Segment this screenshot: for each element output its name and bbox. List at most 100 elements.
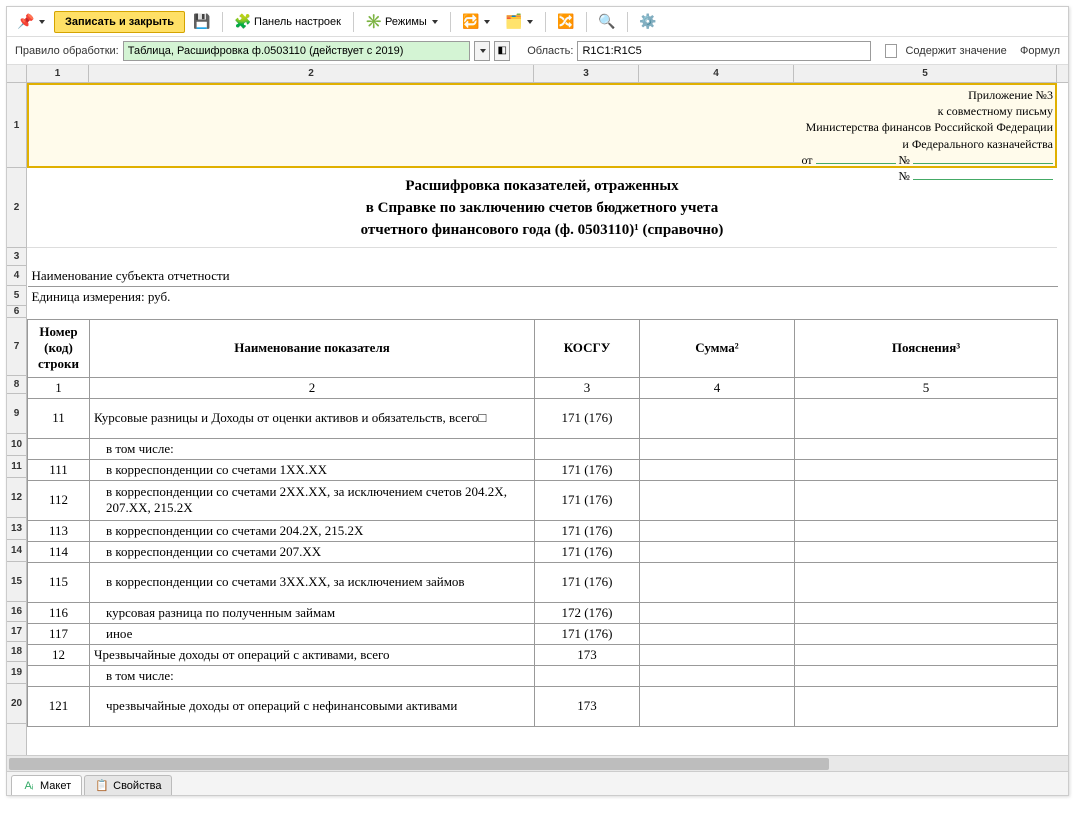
panel-button[interactable]: 🧩 Панель настроек bbox=[228, 11, 348, 33]
table-row[interactable]: 11Курсовые разницы и Доходы от оценки ак… bbox=[28, 398, 1058, 438]
row-header[interactable]: 18 bbox=[7, 642, 26, 662]
cell-code: 115 bbox=[28, 562, 90, 602]
cell-name: в том числе: bbox=[90, 665, 535, 686]
row-header[interactable]: 2 bbox=[7, 168, 26, 248]
column-header[interactable]: 1 bbox=[27, 65, 89, 82]
column-header[interactable]: 2 bbox=[89, 65, 534, 82]
row-header[interactable]: 14 bbox=[7, 540, 26, 562]
selected-range[interactable]: Приложение №3 к совместному письму Минис… bbox=[27, 83, 1057, 168]
tab-properties-label: Свойства bbox=[113, 780, 161, 792]
cell-code: 12 bbox=[28, 644, 90, 665]
row-header[interactable]: 20 bbox=[7, 684, 26, 724]
row-header[interactable]: 15 bbox=[7, 562, 26, 602]
row-header[interactable]: 4 bbox=[7, 266, 26, 286]
tool-button-5[interactable]: ⚙️ bbox=[633, 11, 663, 33]
save-button[interactable]: 💾 bbox=[187, 11, 217, 33]
save-close-button[interactable]: Записать и закрыть bbox=[54, 11, 185, 33]
column-header[interactable]: 4 bbox=[639, 65, 794, 82]
grid-body[interactable]: Приложение №3 к совместному письму Минис… bbox=[27, 83, 1068, 755]
cell-sum bbox=[640, 438, 795, 459]
grid-icon: 🗂️ bbox=[506, 14, 522, 30]
tool-button-4[interactable]: 🔍 bbox=[592, 11, 622, 33]
subject-label: Наименование субъекта отчетности bbox=[28, 266, 535, 287]
modes-icon: ✳️ bbox=[366, 14, 382, 30]
area-input[interactable] bbox=[577, 41, 871, 61]
column-header[interactable]: 3 bbox=[534, 65, 639, 82]
cell-name: Чрезвычайные доходы от операций с актива… bbox=[90, 644, 535, 665]
tab-layout[interactable]: Aᵢ Макет bbox=[11, 775, 82, 795]
numcol-5: 5 bbox=[795, 377, 1058, 398]
chevron-down-icon bbox=[480, 49, 486, 53]
table-row[interactable]: 121чрезвычайные доходы от операций с неф… bbox=[28, 686, 1058, 726]
title-line-3: отчетного финансового года (ф. 0503110)¹… bbox=[27, 220, 1057, 242]
row-header[interactable]: 17 bbox=[7, 622, 26, 642]
row-header[interactable]: 7 bbox=[7, 318, 26, 376]
table-row[interactable]: 117иное171 (176) bbox=[28, 623, 1058, 644]
row-header[interactable]: 9 bbox=[7, 394, 26, 434]
row-header[interactable]: 13 bbox=[7, 518, 26, 540]
rule-bar: Правило обработки: ◧ Область: Содержит з… bbox=[7, 37, 1068, 65]
row-header[interactable]: 19 bbox=[7, 662, 26, 684]
column-header[interactable]: 5 bbox=[794, 65, 1057, 82]
row-header[interactable]: 5 bbox=[7, 286, 26, 306]
toolbar-separator bbox=[586, 12, 587, 32]
toolbar-separator bbox=[627, 12, 628, 32]
unit-label: Единица измерения: руб. bbox=[28, 287, 535, 308]
cell-sum bbox=[640, 459, 795, 480]
cell-sum bbox=[640, 665, 795, 686]
panel-icon: 🧩 bbox=[235, 14, 251, 30]
cell-kosgu: 173 bbox=[535, 686, 640, 726]
cell-code: 121 bbox=[28, 686, 90, 726]
numcol-2: 2 bbox=[90, 377, 535, 398]
row-header[interactable]: 11 bbox=[7, 456, 26, 478]
pin-button[interactable]: 📌 bbox=[11, 11, 52, 33]
cell-code bbox=[28, 438, 90, 459]
formula-label: Формул bbox=[1020, 45, 1060, 57]
tool-button-2[interactable]: 🗂️ bbox=[499, 11, 540, 33]
cell-code: 111 bbox=[28, 459, 90, 480]
row-header[interactable]: 3 bbox=[7, 248, 26, 266]
scroll-thumb[interactable] bbox=[9, 758, 829, 770]
contains-checkbox[interactable] bbox=[885, 44, 898, 58]
table-row[interactable]: 115в корреспонденции со счетами 3XX.XX, … bbox=[28, 562, 1058, 602]
table-row[interactable]: в том числе: bbox=[28, 438, 1058, 459]
table-row[interactable]: 12Чрезвычайные доходы от операций с акти… bbox=[28, 644, 1058, 665]
table-row[interactable]: 116курсовая разница по полученным займам… bbox=[28, 602, 1058, 623]
row-header[interactable]: 10 bbox=[7, 434, 26, 456]
modes-button[interactable]: ✳️ Режимы bbox=[359, 11, 445, 33]
rule-open-button[interactable]: ◧ bbox=[494, 41, 510, 61]
tab-properties[interactable]: 📋 Свойства bbox=[84, 775, 172, 795]
properties-icon: 📋 bbox=[95, 779, 109, 793]
cell-name: в том числе: bbox=[90, 438, 535, 459]
numcol-3: 3 bbox=[535, 377, 640, 398]
row-header[interactable]: 6 bbox=[7, 306, 26, 318]
exchange-icon: 🔀 bbox=[558, 14, 574, 30]
cell-sum bbox=[640, 686, 795, 726]
cell-notes bbox=[795, 480, 1058, 520]
rule-label: Правило обработки: bbox=[15, 45, 119, 57]
horizontal-scrollbar[interactable] bbox=[7, 755, 1068, 771]
cell-sum bbox=[640, 562, 795, 602]
row-header[interactable]: 12 bbox=[7, 478, 26, 518]
row-header[interactable]: 1 bbox=[7, 83, 26, 168]
th-name: Наименование показателя bbox=[90, 319, 535, 377]
layout-icon: Aᵢ bbox=[22, 779, 36, 793]
cell-code: 116 bbox=[28, 602, 90, 623]
row-header[interactable]: 8 bbox=[7, 376, 26, 394]
main-toolbar: 📌 Записать и закрыть 💾 🧩 Панель настроек… bbox=[7, 7, 1068, 37]
tool-button-1[interactable]: 🔁 bbox=[456, 11, 497, 33]
cell-notes bbox=[795, 520, 1058, 541]
table-row[interactable]: 111в корреспонденции со счетами 1XX.XX17… bbox=[28, 459, 1058, 480]
rule-dropdown-button[interactable] bbox=[474, 41, 490, 61]
table-row[interactable]: 113в корреспонденции со счетами 204.2X, … bbox=[28, 520, 1058, 541]
table-row[interactable]: 112в корреспонденции со счетами 2XX.XX, … bbox=[28, 480, 1058, 520]
tool-button-3[interactable]: 🔀 bbox=[551, 11, 581, 33]
row-headers: 1234567891011121314151617181920 bbox=[7, 83, 27, 755]
table-row[interactable]: в том числе: bbox=[28, 665, 1058, 686]
cell-kosgu bbox=[535, 665, 640, 686]
cell-sum bbox=[640, 623, 795, 644]
table-row[interactable]: 114в корреспонденции со счетами 207.XX17… bbox=[28, 541, 1058, 562]
rule-input[interactable] bbox=[123, 41, 470, 61]
row-header[interactable]: 16 bbox=[7, 602, 26, 622]
grid-corner[interactable] bbox=[7, 65, 27, 83]
